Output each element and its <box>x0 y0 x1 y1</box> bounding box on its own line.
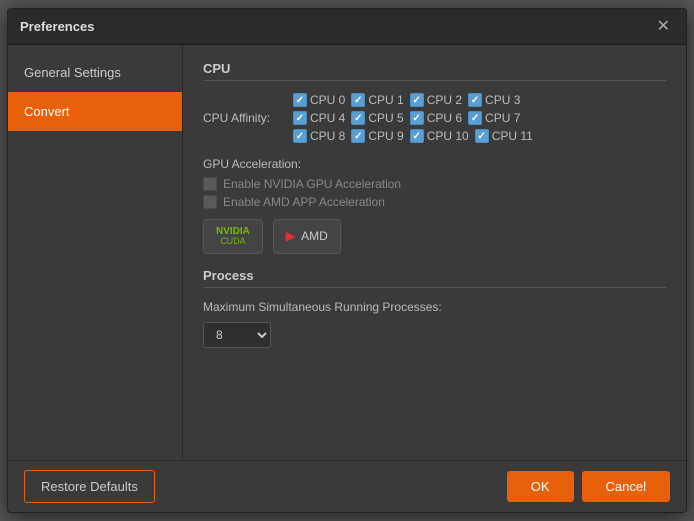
cpu-checks-row1: CPU 0 CPU 1 CPU 2 CPU 3 <box>293 93 520 107</box>
cpu-row-1: CPU 0 CPU 1 CPU 2 CPU 3 <box>203 93 666 107</box>
dialog-title: Preferences <box>20 19 94 34</box>
cancel-button[interactable]: Cancel <box>582 471 670 502</box>
dialog-footer: Restore Defaults OK Cancel <box>8 460 686 512</box>
amd-checkbox[interactable] <box>203 195 217 209</box>
cpu-check-5[interactable]: CPU 5 <box>351 111 403 125</box>
cpu-8-checkbox[interactable] <box>293 129 307 143</box>
cpu-2-checkbox[interactable] <box>410 93 424 107</box>
title-bar: Preferences ✕ <box>8 9 686 45</box>
sidebar-item-convert[interactable]: Convert <box>8 92 182 131</box>
cpu-1-checkbox[interactable] <box>351 93 365 107</box>
nvidia-checkbox[interactable] <box>203 177 217 191</box>
cpu-check-4[interactable]: CPU 4 <box>293 111 345 125</box>
process-section-title: Process <box>203 268 666 288</box>
cpu-check-0[interactable]: CPU 0 <box>293 93 345 107</box>
dialog-body: General Settings Convert CPU CPU 0 CPU 1… <box>8 45 686 460</box>
cpu-check-10[interactable]: CPU 10 <box>410 129 469 143</box>
cpu-3-checkbox[interactable] <box>468 93 482 107</box>
cpu-6-checkbox[interactable] <box>410 111 424 125</box>
amd-label: AMD <box>301 229 328 243</box>
nvidia-icon: NVIDIA CUDA <box>216 226 250 247</box>
cpu-check-2[interactable]: CPU 2 <box>410 93 462 107</box>
amd-button[interactable]: ▶ AMD <box>273 219 341 254</box>
process-section: Process Maximum Simultaneous Running Pro… <box>203 268 666 348</box>
cpu-row-2: CPU Affinity: CPU 4 CPU 5 CPU 6 CPU 7 <box>203 111 666 125</box>
sidebar: General Settings Convert <box>8 45 183 460</box>
process-count-select[interactable]: 1 2 4 6 8 12 16 <box>203 322 271 348</box>
sidebar-item-general-settings[interactable]: General Settings <box>8 53 182 92</box>
restore-defaults-button[interactable]: Restore Defaults <box>24 470 155 503</box>
cpu-check-6[interactable]: CPU 6 <box>410 111 462 125</box>
cpu-check-3[interactable]: CPU 3 <box>468 93 520 107</box>
ok-button[interactable]: OK <box>507 471 574 502</box>
footer-actions: OK Cancel <box>507 471 670 502</box>
cpu-affinity-label: CPU Affinity: <box>203 111 293 125</box>
cpu-section-title: CPU <box>203 61 666 81</box>
gpu-section-title: GPU Acceleration: <box>203 157 666 171</box>
cpu-check-8[interactable]: CPU 8 <box>293 129 345 143</box>
cpu-checks-row2: CPU 4 CPU 5 CPU 6 CPU 7 <box>293 111 520 125</box>
process-desc: Maximum Simultaneous Running Processes: <box>203 300 666 314</box>
close-button[interactable]: ✕ <box>653 17 674 37</box>
cpu-0-checkbox[interactable] <box>293 93 307 107</box>
cpu-10-checkbox[interactable] <box>410 129 424 143</box>
cpu-check-9[interactable]: CPU 9 <box>351 129 403 143</box>
gpu-buttons: NVIDIA CUDA ▶ AMD <box>203 219 666 254</box>
cpu-check-1[interactable]: CPU 1 <box>351 93 403 107</box>
cpu-11-checkbox[interactable] <box>475 129 489 143</box>
gpu-section: GPU Acceleration: Enable NVIDIA GPU Acce… <box>203 157 666 254</box>
preferences-dialog: Preferences ✕ General Settings Convert C… <box>7 8 687 513</box>
cpu-check-7[interactable]: CPU 7 <box>468 111 520 125</box>
cpu-check-11[interactable]: CPU 11 <box>475 129 533 143</box>
amd-icon: ▶ <box>286 229 295 243</box>
cpu-row-3: CPU 8 CPU 9 CPU 10 CPU 11 <box>203 129 666 143</box>
cpu-7-checkbox[interactable] <box>468 111 482 125</box>
cpu-5-checkbox[interactable] <box>351 111 365 125</box>
cpu-4-checkbox[interactable] <box>293 111 307 125</box>
cpu-affinity-grid: CPU 0 CPU 1 CPU 2 CPU 3 CPU Affinity: CP… <box>203 93 666 143</box>
nvidia-button[interactable]: NVIDIA CUDA <box>203 219 263 254</box>
main-content: CPU CPU 0 CPU 1 CPU 2 CPU 3 CPU Affinity… <box>183 45 686 460</box>
cpu-checks-row3: CPU 8 CPU 9 CPU 10 CPU 11 <box>293 129 533 143</box>
cpu-9-checkbox[interactable] <box>351 129 365 143</box>
amd-option: Enable AMD APP Acceleration <box>203 195 666 209</box>
nvidia-option: Enable NVIDIA GPU Acceleration <box>203 177 666 191</box>
